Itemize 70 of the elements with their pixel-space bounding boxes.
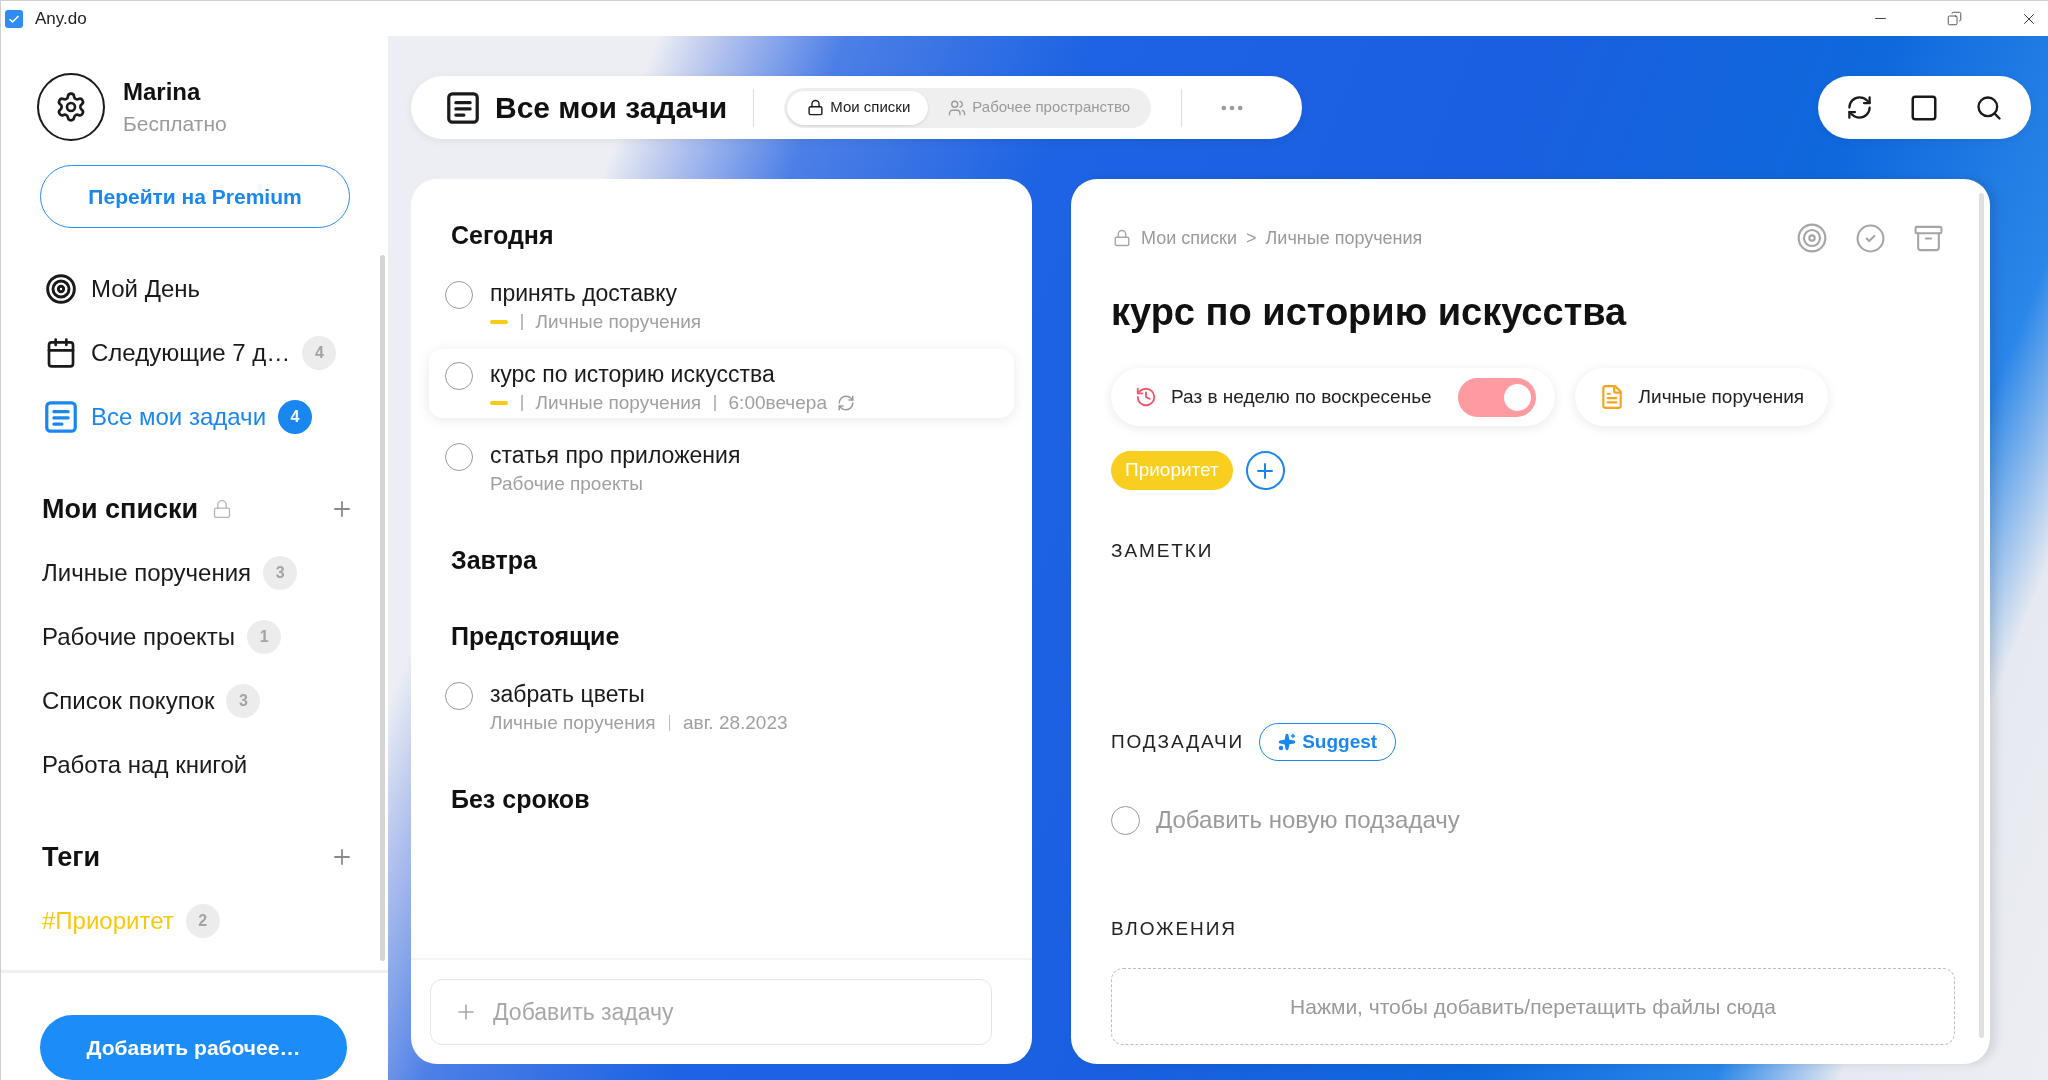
task-item[interactable]: забрать цветы Личные поручения авг. 28.2023 (429, 669, 1014, 738)
section-heading: ЗАМЕТКИ (1111, 540, 1214, 562)
plan-label: Бесплатно (123, 111, 227, 137)
section-heading: ВЛОЖЕНИЯ (1111, 918, 1237, 940)
task-due-time: авг. 28.2023 (683, 710, 788, 735)
lock-icon (1113, 229, 1131, 247)
task-detail-title: курс по историю искусства (1111, 290, 1627, 335)
count-badge: 3 (263, 556, 298, 590)
sparkle-icon (1278, 733, 1297, 751)
task-item[interactable]: статья про приложения Рабочие проекты (429, 430, 1014, 499)
section-heading: ПОДЗАДАЧИ (1111, 731, 1245, 753)
target-icon[interactable] (1796, 222, 1828, 254)
task-title: статья про приложения (490, 441, 741, 469)
nav-item[interactable]: Следующие 7 д… 4 (37, 333, 337, 373)
scrollbar-thumb[interactable] (1979, 193, 1984, 1038)
settings-icon[interactable] (37, 73, 105, 141)
nav-item[interactable]: Мой День (37, 269, 213, 309)
subtask-input-field[interactable]: Добавить новую подзадачу (1156, 802, 1756, 838)
calendar-icon (45, 337, 77, 369)
restore-icon[interactable] (1947, 11, 1962, 26)
task-item[interactable]: принять доставку Личные поручения (429, 268, 1014, 337)
note-list-icon (447, 91, 479, 124)
toggle-switch[interactable] (1457, 377, 1536, 417)
list-item[interactable]: Личные поручения 3 (37, 553, 298, 593)
count-badge: 2 (185, 904, 220, 938)
section-heading: Мои списки (42, 492, 199, 526)
scope-tab[interactable]: Мои списки (787, 90, 929, 125)
group-heading: Без сроков (451, 784, 590, 814)
lock-icon (807, 99, 825, 116)
window-title: Any.do (35, 7, 87, 30)
recurrence-chip[interactable]: Раз в неделю по воскресенье (1111, 368, 1555, 426)
group-heading: Завтра (451, 545, 538, 575)
count-badge: 1 (247, 620, 282, 654)
nav-item[interactable]: Все мои задачи 4 (37, 397, 313, 437)
add-tag-icon[interactable] (1245, 451, 1285, 490)
repeat-clock-icon (1135, 386, 1157, 408)
group-heading: Сегодня (451, 220, 554, 250)
sync-icon[interactable] (1846, 94, 1873, 121)
app-logo-icon (5, 9, 23, 28)
user-name: Marina (123, 77, 201, 107)
target-icon (45, 273, 77, 305)
count-badge: 4 (278, 400, 313, 434)
search-icon[interactable] (1975, 93, 2003, 122)
list-item[interactable]: Рабочие проекты 1 (37, 617, 282, 657)
breadcrumb-separator: > (1246, 226, 1257, 250)
task-title: забрать цветы (490, 680, 645, 708)
page-title: Все мои задачи (495, 90, 728, 126)
task-due-time: 6:00вечера (728, 390, 827, 415)
list-item[interactable]: Список покупок 3 (37, 681, 261, 721)
list-chip[interactable]: Личные поручения (1574, 368, 1829, 426)
count-badge: 3 (226, 684, 261, 718)
task-list-name: Личные поручения (535, 390, 702, 415)
task-list-name: Личные поручения (535, 309, 702, 334)
check-circle-icon[interactable] (1855, 222, 1886, 254)
scrollbar-thumb[interactable] (380, 255, 385, 961)
count-badge: 4 (302, 336, 337, 370)
task-item[interactable]: курс по историю искусства Личные поручения 6:00вечера (429, 349, 1014, 418)
section-heading: Теги (42, 840, 100, 874)
task-title: принять доставку (490, 279, 677, 307)
task-list-name: Личные поручения (490, 710, 656, 735)
task-title: курс по историю искусства (490, 360, 775, 388)
group-heading: Предстоящие (451, 621, 620, 651)
recurrence-label: Раз в неделю по воскресенье (1171, 384, 1432, 409)
task-list-name: Рабочие проекты (490, 471, 643, 496)
list-item[interactable]: Работа над книгой (37, 745, 260, 785)
people-icon (948, 98, 967, 117)
note-list-icon (45, 401, 77, 433)
add-task-field[interactable]: Добавить задачу (430, 979, 992, 1045)
lock-icon (212, 499, 233, 519)
list-chip-label: Личные поручения (1638, 384, 1805, 409)
